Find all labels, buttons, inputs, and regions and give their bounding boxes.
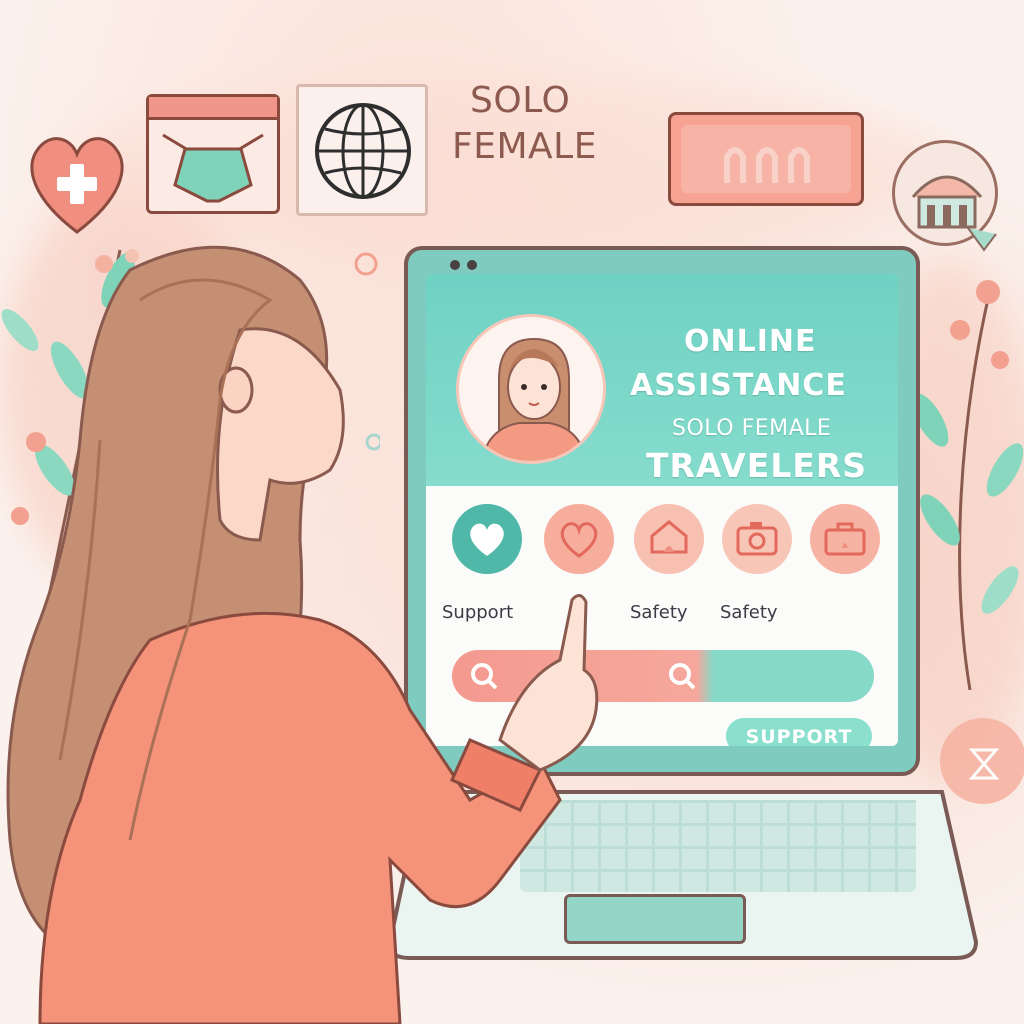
category-safety-2-label: Safety	[720, 602, 778, 623]
woman-figure	[6, 245, 599, 1024]
arches-icon	[724, 147, 810, 183]
illustration-scene: SOLO FEMALE ONLINE ASSISTANCE SOLO FEMAL…	[0, 0, 1024, 1024]
banner-title-line2: FEMALE	[452, 126, 597, 167]
heading-line3: SOLO FEMALE	[672, 416, 832, 441]
envelope-icon	[162, 133, 264, 203]
category-travel-button[interactable]	[810, 504, 880, 574]
heading-line2: ASSISTANCE	[630, 368, 847, 403]
briefcase-icon	[824, 522, 866, 556]
heart-plus-icon	[30, 137, 124, 234]
globe-tile	[296, 84, 428, 216]
category-safety-2-button[interactable]	[722, 504, 792, 574]
pin-tail-decoration	[967, 227, 997, 252]
browser-bar	[149, 97, 277, 120]
hourglass-icon	[968, 748, 1000, 780]
heading-line4: TRAVELERS	[646, 446, 868, 485]
category-safety-label: Safety	[630, 602, 688, 623]
search-icon-secondary[interactable]	[666, 660, 698, 692]
home-icon	[650, 520, 688, 554]
landmark-icon	[911, 175, 983, 229]
category-safety-button[interactable]	[634, 504, 704, 574]
heading-line1: ONLINE	[684, 324, 817, 359]
camera-icon	[736, 522, 778, 556]
arches-tile	[668, 112, 864, 206]
support-button[interactable]: SUPPORT	[726, 718, 872, 746]
banner-title-line1: SOLO	[470, 80, 571, 121]
browser-mail-icon	[146, 94, 280, 214]
globe-icon	[315, 103, 411, 199]
badge-circle-decoration	[940, 718, 1024, 804]
banner-title: SOLO FEMALE	[452, 78, 652, 170]
